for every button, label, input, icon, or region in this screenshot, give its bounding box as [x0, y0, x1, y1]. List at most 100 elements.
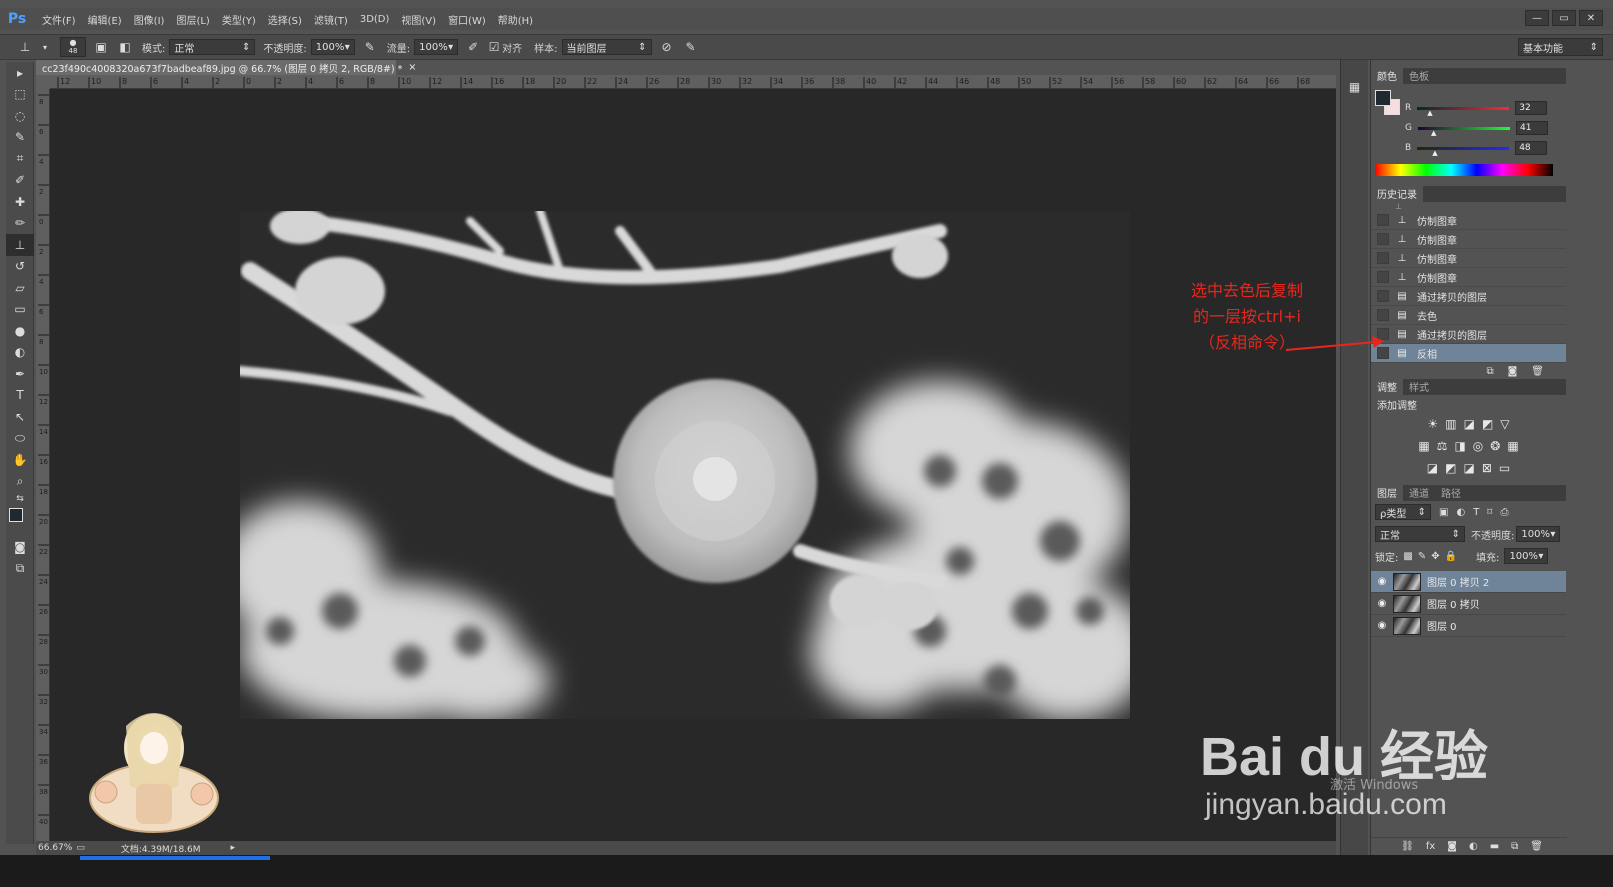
- menu-select[interactable]: 选择(S): [268, 12, 302, 27]
- lock-transparent-icon[interactable]: ▩: [1403, 551, 1412, 562]
- history-item[interactable]: ▤ 通过拷贝的图层: [1371, 287, 1566, 306]
- pen-tool-icon[interactable]: ✒: [6, 363, 34, 385]
- history-dock-icon[interactable]: ▦: [1341, 80, 1368, 94]
- tab-swatches[interactable]: 色板: [1403, 67, 1435, 84]
- ruler-origin[interactable]: [36, 75, 50, 89]
- history-item-selected[interactable]: ▤ 反相: [1371, 344, 1566, 363]
- history-item[interactable]: ▤ 去色: [1371, 306, 1566, 325]
- menu-3d[interactable]: 3D(D): [360, 14, 390, 25]
- layer-opacity-input[interactable]: 100% ▾: [1516, 526, 1561, 542]
- eraser-tool-icon[interactable]: ▱: [6, 277, 34, 299]
- brightness-icon[interactable]: ☀: [1427, 417, 1438, 431]
- color-swatches[interactable]: [6, 506, 34, 536]
- slider-thumb-icon[interactable]: ▲: [1432, 149, 1437, 157]
- zoom-tool-icon[interactable]: ⌕: [6, 471, 34, 493]
- r-value[interactable]: 32: [1515, 101, 1548, 115]
- color-balance-icon[interactable]: ⚖: [1437, 439, 1448, 453]
- levels-icon[interactable]: ▥: [1445, 417, 1456, 431]
- tab-adjustments[interactable]: 调整: [1371, 378, 1403, 395]
- camera-icon[interactable]: ◙: [1508, 366, 1518, 377]
- eyedropper-tool-icon[interactable]: ✐: [6, 170, 34, 192]
- filter-type-icon[interactable]: T: [1473, 507, 1479, 518]
- quick-mask-icon[interactable]: ◙: [6, 536, 34, 558]
- brush-tool-icon[interactable]: ✏: [6, 213, 34, 235]
- menu-window[interactable]: 窗口(W): [448, 12, 486, 27]
- flow-input[interactable]: 100% ▾: [414, 39, 459, 55]
- ellipse-tool-icon[interactable]: ⬭: [6, 428, 34, 450]
- healing-brush-tool-icon[interactable]: ✚: [6, 191, 34, 213]
- menu-help[interactable]: 帮助(H): [498, 12, 533, 27]
- sample-select[interactable]: 当前图层 ⇕: [561, 39, 652, 55]
- menu-file[interactable]: 文件(F): [42, 12, 76, 27]
- clone-source-icon[interactable]: ◧: [116, 38, 134, 56]
- eye-icon[interactable]: ◉: [1371, 576, 1393, 587]
- slider-thumb-icon[interactable]: ▲: [1431, 129, 1436, 137]
- snapshot-checkbox[interactable]: [1377, 309, 1389, 321]
- marquee-tool-icon[interactable]: ⬚: [6, 84, 34, 106]
- mode-select[interactable]: 正常 ⇕: [169, 39, 256, 55]
- pressure-size-icon[interactable]: ✎: [682, 38, 700, 56]
- vibrance-icon[interactable]: ▽: [1500, 417, 1509, 431]
- tab-color[interactable]: 颜色: [1371, 67, 1403, 84]
- exposure-icon[interactable]: ◩: [1482, 417, 1493, 431]
- fx-icon[interactable]: fx: [1426, 841, 1435, 852]
- trash-icon[interactable]: 🗑: [1531, 366, 1544, 377]
- trash-icon[interactable]: 🗑: [1530, 841, 1543, 852]
- color-lookup-icon[interactable]: ▦: [1507, 439, 1518, 453]
- slider-thumb-icon[interactable]: ▲: [1427, 109, 1432, 117]
- history-item[interactable]: ⊥ 仿制图章: [1371, 249, 1566, 268]
- channel-mixer-icon[interactable]: ❂: [1490, 439, 1500, 453]
- filter-smart-icon[interactable]: ⎙: [1500, 507, 1508, 518]
- path-select-tool-icon[interactable]: ↖: [6, 406, 34, 428]
- blur-tool-icon[interactable]: ●: [6, 320, 34, 342]
- eye-icon[interactable]: ◉: [1371, 598, 1393, 609]
- brush-preset-picker[interactable]: ● 48: [60, 37, 86, 57]
- selective-color-icon[interactable]: ▭: [1499, 461, 1510, 475]
- clone-stamp-tool-icon[interactable]: ⊥: [6, 234, 34, 256]
- airbrush-icon[interactable]: ✐: [464, 38, 482, 56]
- history-brush-tool-icon[interactable]: ↺: [6, 256, 34, 278]
- fill-input[interactable]: 100% ▾: [1504, 548, 1549, 564]
- taskbar-active-app[interactable]: [80, 856, 270, 860]
- filter-pixel-icon[interactable]: ▣: [1439, 507, 1448, 518]
- swap-colors-icon[interactable]: ⇆: [6, 492, 34, 506]
- layer-row[interactable]: ◉ 图层 0: [1371, 615, 1566, 637]
- align-checkbox[interactable]: ☑: [488, 38, 500, 56]
- r-slider[interactable]: ▲: [1417, 106, 1510, 117]
- history-item[interactable]: ⊥ 仿制图章: [1371, 230, 1566, 249]
- eye-icon[interactable]: ◉: [1371, 620, 1393, 631]
- snapshot-checkbox[interactable]: [1377, 233, 1389, 245]
- document-tab[interactable]: cc23f490c4008320a673f7badbeaf89.jpg @ 66…: [36, 60, 416, 75]
- hue-saturation-icon[interactable]: ▦: [1418, 439, 1429, 453]
- dodge-tool-icon[interactable]: ◐: [6, 342, 34, 364]
- photo-filter-icon[interactable]: ◎: [1473, 439, 1483, 453]
- layer-filter-select[interactable]: ρ类型 ⇕: [1375, 504, 1431, 520]
- close-document-icon[interactable]: ×: [408, 62, 416, 73]
- gradient-tool-icon[interactable]: ▭: [6, 299, 34, 321]
- clone-stamp-icon[interactable]: ⊥: [16, 38, 34, 56]
- filter-shape-icon[interactable]: ⌑: [1487, 507, 1492, 518]
- lock-paint-icon[interactable]: ✎: [1418, 551, 1426, 562]
- threshold-icon[interactable]: ◪: [1463, 461, 1474, 475]
- new-document-icon[interactable]: ⧉: [1486, 366, 1493, 377]
- tab-styles[interactable]: 样式: [1403, 378, 1435, 395]
- tab-history[interactable]: 历史记录: [1371, 185, 1423, 202]
- adjustment-layer-icon[interactable]: ◐: [1469, 841, 1478, 852]
- move-tool-icon[interactable]: ▸: [6, 62, 34, 84]
- menu-type[interactable]: 类型(Y): [222, 12, 256, 27]
- menu-view[interactable]: 视图(V): [401, 12, 436, 27]
- zoom-level[interactable]: 66.67%: [38, 843, 72, 853]
- snapshot-checkbox[interactable]: [1377, 290, 1389, 302]
- snapshot-checkbox[interactable]: [1377, 252, 1389, 264]
- link-icon[interactable]: ⛓: [1401, 841, 1414, 852]
- layer-blend-select[interactable]: 正常 ⇕: [1375, 526, 1465, 542]
- panel-fg-swatch[interactable]: [1375, 90, 1391, 106]
- lock-move-icon[interactable]: ✥: [1431, 551, 1439, 562]
- invert-icon[interactable]: ◪: [1427, 461, 1438, 475]
- brush-panel-icon[interactable]: ▣: [92, 38, 110, 56]
- tab-channels[interactable]: 通道: [1403, 484, 1435, 501]
- lasso-tool-icon[interactable]: ◌: [6, 105, 34, 127]
- inverted-flower-image[interactable]: [240, 211, 1130, 719]
- hand-tool-icon[interactable]: ✋: [6, 449, 34, 471]
- gradient-map-icon[interactable]: ⊠: [1482, 461, 1492, 475]
